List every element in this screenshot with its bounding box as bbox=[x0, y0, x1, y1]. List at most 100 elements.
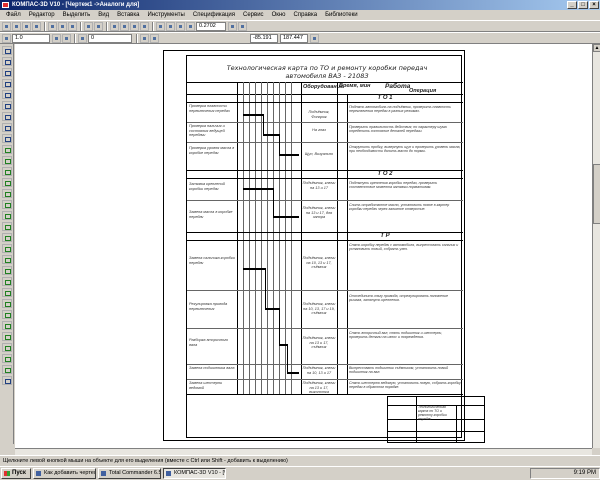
variables-icon[interactable] bbox=[130, 21, 139, 31]
polygon-icon[interactable] bbox=[2, 244, 12, 253]
zoom-out-icon[interactable] bbox=[166, 21, 175, 31]
drawing-sheet[interactable]: Технологическая карта по ТО и ремонту ко… bbox=[163, 50, 485, 443]
bezier-icon[interactable] bbox=[2, 310, 12, 319]
maximize-button[interactable]: □ bbox=[578, 1, 588, 9]
fragment-icon[interactable] bbox=[2, 365, 12, 374]
properties-icon[interactable] bbox=[110, 21, 119, 31]
window-titlebar[interactable]: КОМПАС-3D V10 - [Чертеж1 ->Аналоги для] … bbox=[0, 0, 600, 10]
new-file-icon[interactable] bbox=[2, 21, 11, 31]
reports-icon[interactable] bbox=[2, 134, 12, 143]
ortho-icon[interactable] bbox=[62, 33, 71, 43]
local-cs-icon[interactable] bbox=[150, 33, 159, 43]
spec-icon[interactable] bbox=[2, 123, 12, 132]
equidistant-icon[interactable] bbox=[2, 288, 12, 297]
chamfer-icon[interactable] bbox=[2, 255, 12, 264]
tool-9: Подъёмник, ключи на 10, 13 и 17 bbox=[302, 366, 336, 375]
time-bar bbox=[279, 344, 287, 346]
toolbar-separator bbox=[106, 21, 108, 31]
nurbs-icon[interactable] bbox=[2, 321, 12, 330]
menu-view[interactable]: Вид bbox=[94, 10, 113, 20]
ellipse-icon[interactable] bbox=[2, 200, 12, 209]
toolbar-separator bbox=[74, 33, 76, 43]
hatch-icon[interactable] bbox=[2, 277, 12, 286]
auxiliary-line-icon[interactable] bbox=[2, 332, 12, 341]
style-field[interactable]: 0 bbox=[88, 33, 132, 43]
arc-icon[interactable] bbox=[2, 189, 12, 198]
row-line bbox=[187, 379, 463, 380]
redo-icon[interactable] bbox=[94, 21, 103, 31]
menu-insert[interactable]: Вставка bbox=[113, 10, 143, 20]
refresh-icon[interactable] bbox=[238, 21, 247, 31]
taskbar-item-forum[interactable]: Как добавить чертеж?... bbox=[33, 468, 96, 479]
taskbar-item-kompas[interactable]: КОМПАС-3D V10 - [Чер... bbox=[163, 468, 226, 479]
zoom-field[interactable]: 0.2702 bbox=[196, 21, 226, 31]
scroll-thumb[interactable] bbox=[593, 164, 600, 224]
time-bar bbox=[263, 134, 279, 136]
geometry-icon[interactable] bbox=[2, 46, 12, 55]
pan-icon[interactable] bbox=[228, 21, 237, 31]
menu-window[interactable]: Окно bbox=[268, 10, 290, 20]
cut-icon[interactable] bbox=[48, 21, 57, 31]
operation-1: Проверка плавности переключения передач bbox=[189, 104, 230, 113]
cursor-icon[interactable] bbox=[310, 33, 319, 43]
menu-libraries[interactable]: Библиотеки bbox=[321, 10, 362, 20]
spline-icon[interactable] bbox=[2, 211, 12, 220]
header-operation: Операция bbox=[409, 88, 437, 94]
point-icon[interactable] bbox=[2, 145, 12, 154]
zoom-in-icon[interactable] bbox=[156, 21, 165, 31]
select-icon[interactable] bbox=[2, 112, 12, 121]
print-icon[interactable] bbox=[32, 21, 41, 31]
macro-icon[interactable] bbox=[2, 354, 12, 363]
minimize-button[interactable]: _ bbox=[567, 1, 577, 9]
header-work: Работа bbox=[385, 83, 411, 90]
manager-icon[interactable] bbox=[140, 21, 149, 31]
taskbar-item-total-commander[interactable]: Total Commander 6.53 - ... bbox=[98, 468, 161, 479]
zoom-all-icon[interactable] bbox=[186, 21, 195, 31]
scale-field[interactable]: 1.0 bbox=[12, 33, 50, 43]
snap-icon[interactable] bbox=[140, 33, 149, 43]
operation-2: Проверка наличия и состояния ведущей пер… bbox=[189, 124, 225, 137]
vertical-scrollbar[interactable]: ▲ bbox=[592, 44, 600, 448]
notation-icon[interactable] bbox=[2, 68, 12, 77]
collect-contour-icon[interactable] bbox=[2, 343, 12, 352]
menu-tools[interactable]: Инструменты bbox=[143, 10, 188, 20]
menu-edit[interactable]: Редактор bbox=[25, 10, 59, 20]
coord-x-field[interactable]: -85.191 bbox=[250, 33, 278, 43]
contour-icon[interactable] bbox=[2, 299, 12, 308]
save-icon[interactable] bbox=[22, 21, 31, 31]
coord-y-field[interactable]: 187.447 bbox=[280, 33, 308, 43]
copy-icon[interactable] bbox=[58, 21, 67, 31]
stop-icon[interactable] bbox=[2, 376, 12, 385]
grid-icon[interactable] bbox=[52, 33, 61, 43]
menu-bar: Файл Редактор Выделить Вид Вставка Инстр… bbox=[0, 10, 600, 20]
menu-select[interactable]: Выделить bbox=[59, 10, 95, 20]
menu-service[interactable]: Сервис bbox=[239, 10, 268, 20]
circle-icon[interactable] bbox=[2, 178, 12, 187]
menu-file[interactable]: Файл bbox=[2, 10, 25, 20]
segment-icon[interactable] bbox=[2, 167, 12, 176]
line-icon[interactable] bbox=[2, 156, 12, 165]
zoom-window-icon[interactable] bbox=[176, 21, 185, 31]
layer-icon[interactable] bbox=[78, 33, 87, 43]
step-icon[interactable] bbox=[2, 33, 11, 43]
drawing-canvas[interactable]: Технологическая карта по ТО и ремонту ко… bbox=[15, 44, 592, 448]
measure-icon[interactable] bbox=[2, 101, 12, 110]
undo-icon[interactable] bbox=[84, 21, 93, 31]
title-block[interactable]: Технологическая карта по ТО и ремонту ко… bbox=[387, 396, 485, 443]
scroll-up-icon[interactable]: ▲ bbox=[593, 44, 600, 52]
fillet-icon[interactable] bbox=[2, 266, 12, 275]
dimensions-icon[interactable] bbox=[2, 57, 12, 66]
start-button[interactable]: Пуск bbox=[1, 468, 31, 479]
edit-icon[interactable] bbox=[2, 79, 12, 88]
stamp-title: Технологическая карта по ТО и ремонту ко… bbox=[418, 405, 447, 421]
polyline-icon[interactable] bbox=[2, 222, 12, 231]
open-file-icon[interactable] bbox=[12, 21, 21, 31]
library-icon[interactable] bbox=[120, 21, 129, 31]
rectangle-icon[interactable] bbox=[2, 233, 12, 242]
close-button[interactable]: × bbox=[589, 1, 599, 9]
parametrization-icon[interactable] bbox=[2, 90, 12, 99]
menu-specification[interactable]: Спецификация bbox=[189, 10, 239, 20]
horizontal-scrollbar[interactable] bbox=[15, 448, 592, 455]
menu-help[interactable]: Справка bbox=[290, 10, 322, 20]
paste-icon[interactable] bbox=[68, 21, 77, 31]
